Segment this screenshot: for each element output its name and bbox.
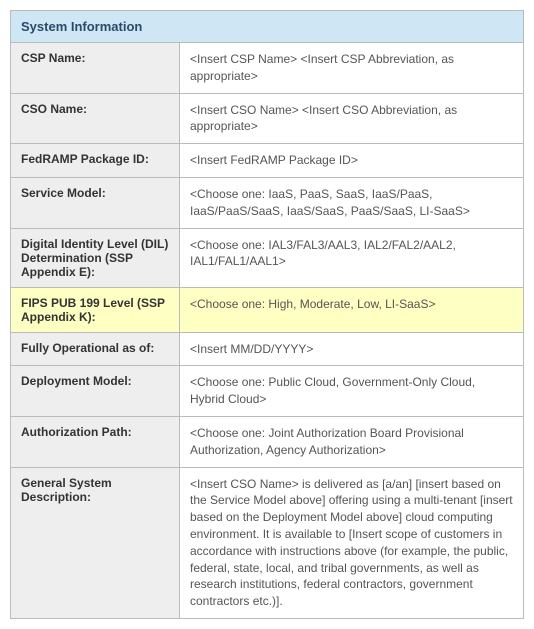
- row-label: Fully Operational as of:: [11, 332, 180, 366]
- table-row: Fully Operational as of:<Insert MM/DD/YY…: [11, 332, 524, 366]
- table-row: FIPS PUB 199 Level (SSP Appendix K):<Cho…: [11, 287, 524, 332]
- row-value: <Choose one: High, Moderate, Low, LI-Saa…: [180, 287, 524, 332]
- row-value: <Insert CSP Name> <Insert CSP Abbreviati…: [180, 43, 524, 94]
- table-row: General System Description:<Insert CSO N…: [11, 467, 524, 618]
- row-label: CSO Name:: [11, 93, 180, 144]
- row-value: <Insert CSO Name> <Insert CSO Abbreviati…: [180, 93, 524, 144]
- table-row: Authorization Path:<Choose one: Joint Au…: [11, 416, 524, 467]
- row-label: Digital Identity Level (DIL) Determinati…: [11, 228, 180, 287]
- row-value: <Insert MM/DD/YYYY>: [180, 332, 524, 366]
- row-value: <Choose one: IaaS, PaaS, SaaS, IaaS/PaaS…: [180, 177, 524, 228]
- row-label: FedRAMP Package ID:: [11, 144, 180, 178]
- table-body: CSP Name:<Insert CSP Name> <Insert CSP A…: [11, 43, 524, 619]
- row-label: FIPS PUB 199 Level (SSP Appendix K):: [11, 287, 180, 332]
- system-information-table: System Information CSP Name:<Insert CSP …: [10, 10, 524, 619]
- table-row: CSO Name:<Insert CSO Name> <Insert CSO A…: [11, 93, 524, 144]
- table-header: System Information: [11, 11, 524, 43]
- row-label: General System Description:: [11, 467, 180, 618]
- table-header-row: System Information: [11, 11, 524, 43]
- row-value: <Insert CSO Name> is delivered as [a/an]…: [180, 467, 524, 618]
- table-row: Digital Identity Level (DIL) Determinati…: [11, 228, 524, 287]
- row-value: <Choose one: Public Cloud, Government-On…: [180, 366, 524, 417]
- table-row: Service Model:<Choose one: IaaS, PaaS, S…: [11, 177, 524, 228]
- row-label: Authorization Path:: [11, 416, 180, 467]
- table-row: CSP Name:<Insert CSP Name> <Insert CSP A…: [11, 43, 524, 94]
- row-value: <Choose one: Joint Authorization Board P…: [180, 416, 524, 467]
- row-label: CSP Name:: [11, 43, 180, 94]
- table-row: FedRAMP Package ID:<Insert FedRAMP Packa…: [11, 144, 524, 178]
- row-label: Service Model:: [11, 177, 180, 228]
- row-value: <Insert FedRAMP Package ID>: [180, 144, 524, 178]
- table-row: Deployment Model:<Choose one: Public Clo…: [11, 366, 524, 417]
- row-value: <Choose one: IAL3/FAL3/AAL3, IAL2/FAL2/A…: [180, 228, 524, 287]
- row-label: Deployment Model:: [11, 366, 180, 417]
